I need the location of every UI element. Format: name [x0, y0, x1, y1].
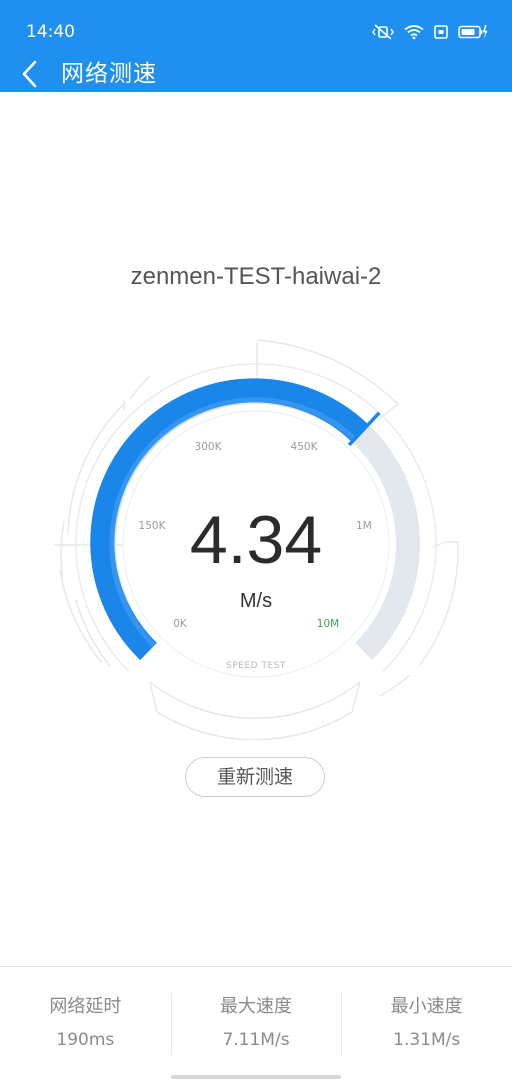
back-button[interactable] — [12, 56, 48, 92]
speed-test-caption: SPEED TEST — [226, 661, 286, 671]
network-name: zenmen-TEST-haiwai-2 — [130, 263, 382, 290]
speed-value: 4.34 — [190, 502, 322, 578]
stat-label: 网络延时 — [49, 996, 122, 1017]
stat-max-speed: 最大速度 7.11M/s — [170, 967, 342, 1067]
stat-label: 最小速度 — [390, 996, 463, 1017]
scale-label-0k: 0K — [173, 618, 188, 630]
status-icons — [372, 21, 488, 43]
stat-label: 最大速度 — [220, 996, 292, 1017]
title-bar: 网络测速 — [0, 56, 512, 92]
scale-label-10m: 10M — [317, 618, 339, 630]
status-bar: 14:40 — [0, 0, 512, 56]
retest-button[interactable]: 重新测速 — [185, 757, 325, 797]
speed-gauge: 0K 150K 300K 450K 1M 10M 4.34 M/s SPEED … — [54, 339, 459, 740]
back-arrow-icon — [22, 60, 37, 88]
scale-label-450k: 450K — [291, 441, 319, 453]
stat-value: 7.11M/s — [222, 1030, 290, 1050]
stat-value: 1.31M/s — [393, 1030, 461, 1050]
scale-label-1m: 1M — [356, 520, 372, 532]
page-title: 网络测速 — [61, 61, 157, 87]
home-indicator — [171, 1075, 341, 1079]
wifi-icon — [404, 24, 424, 40]
stat-min-speed: 最小速度 1.31M/s — [341, 967, 512, 1067]
status-time: 14:40 — [26, 22, 75, 42]
sim-icon — [434, 24, 448, 40]
scale-label-150k: 150K — [139, 520, 167, 532]
stat-latency: 网络延时 190ms — [0, 967, 171, 1067]
speed-unit: M/s — [240, 590, 272, 612]
stats-bar: 网络延时 190ms 最大速度 7.11M/s 最小速度 1.31M/s — [0, 967, 512, 1067]
scale-label-300k: 300K — [195, 441, 223, 453]
speed-test-screen: 14:40 网络测速 zenmen-TEST-haiwai-2 0K 150K … — [0, 0, 512, 1080]
stat-value: 190ms — [56, 1030, 115, 1050]
battery-charging-icon — [458, 24, 488, 40]
vibrate-mute-icon — [372, 24, 394, 40]
